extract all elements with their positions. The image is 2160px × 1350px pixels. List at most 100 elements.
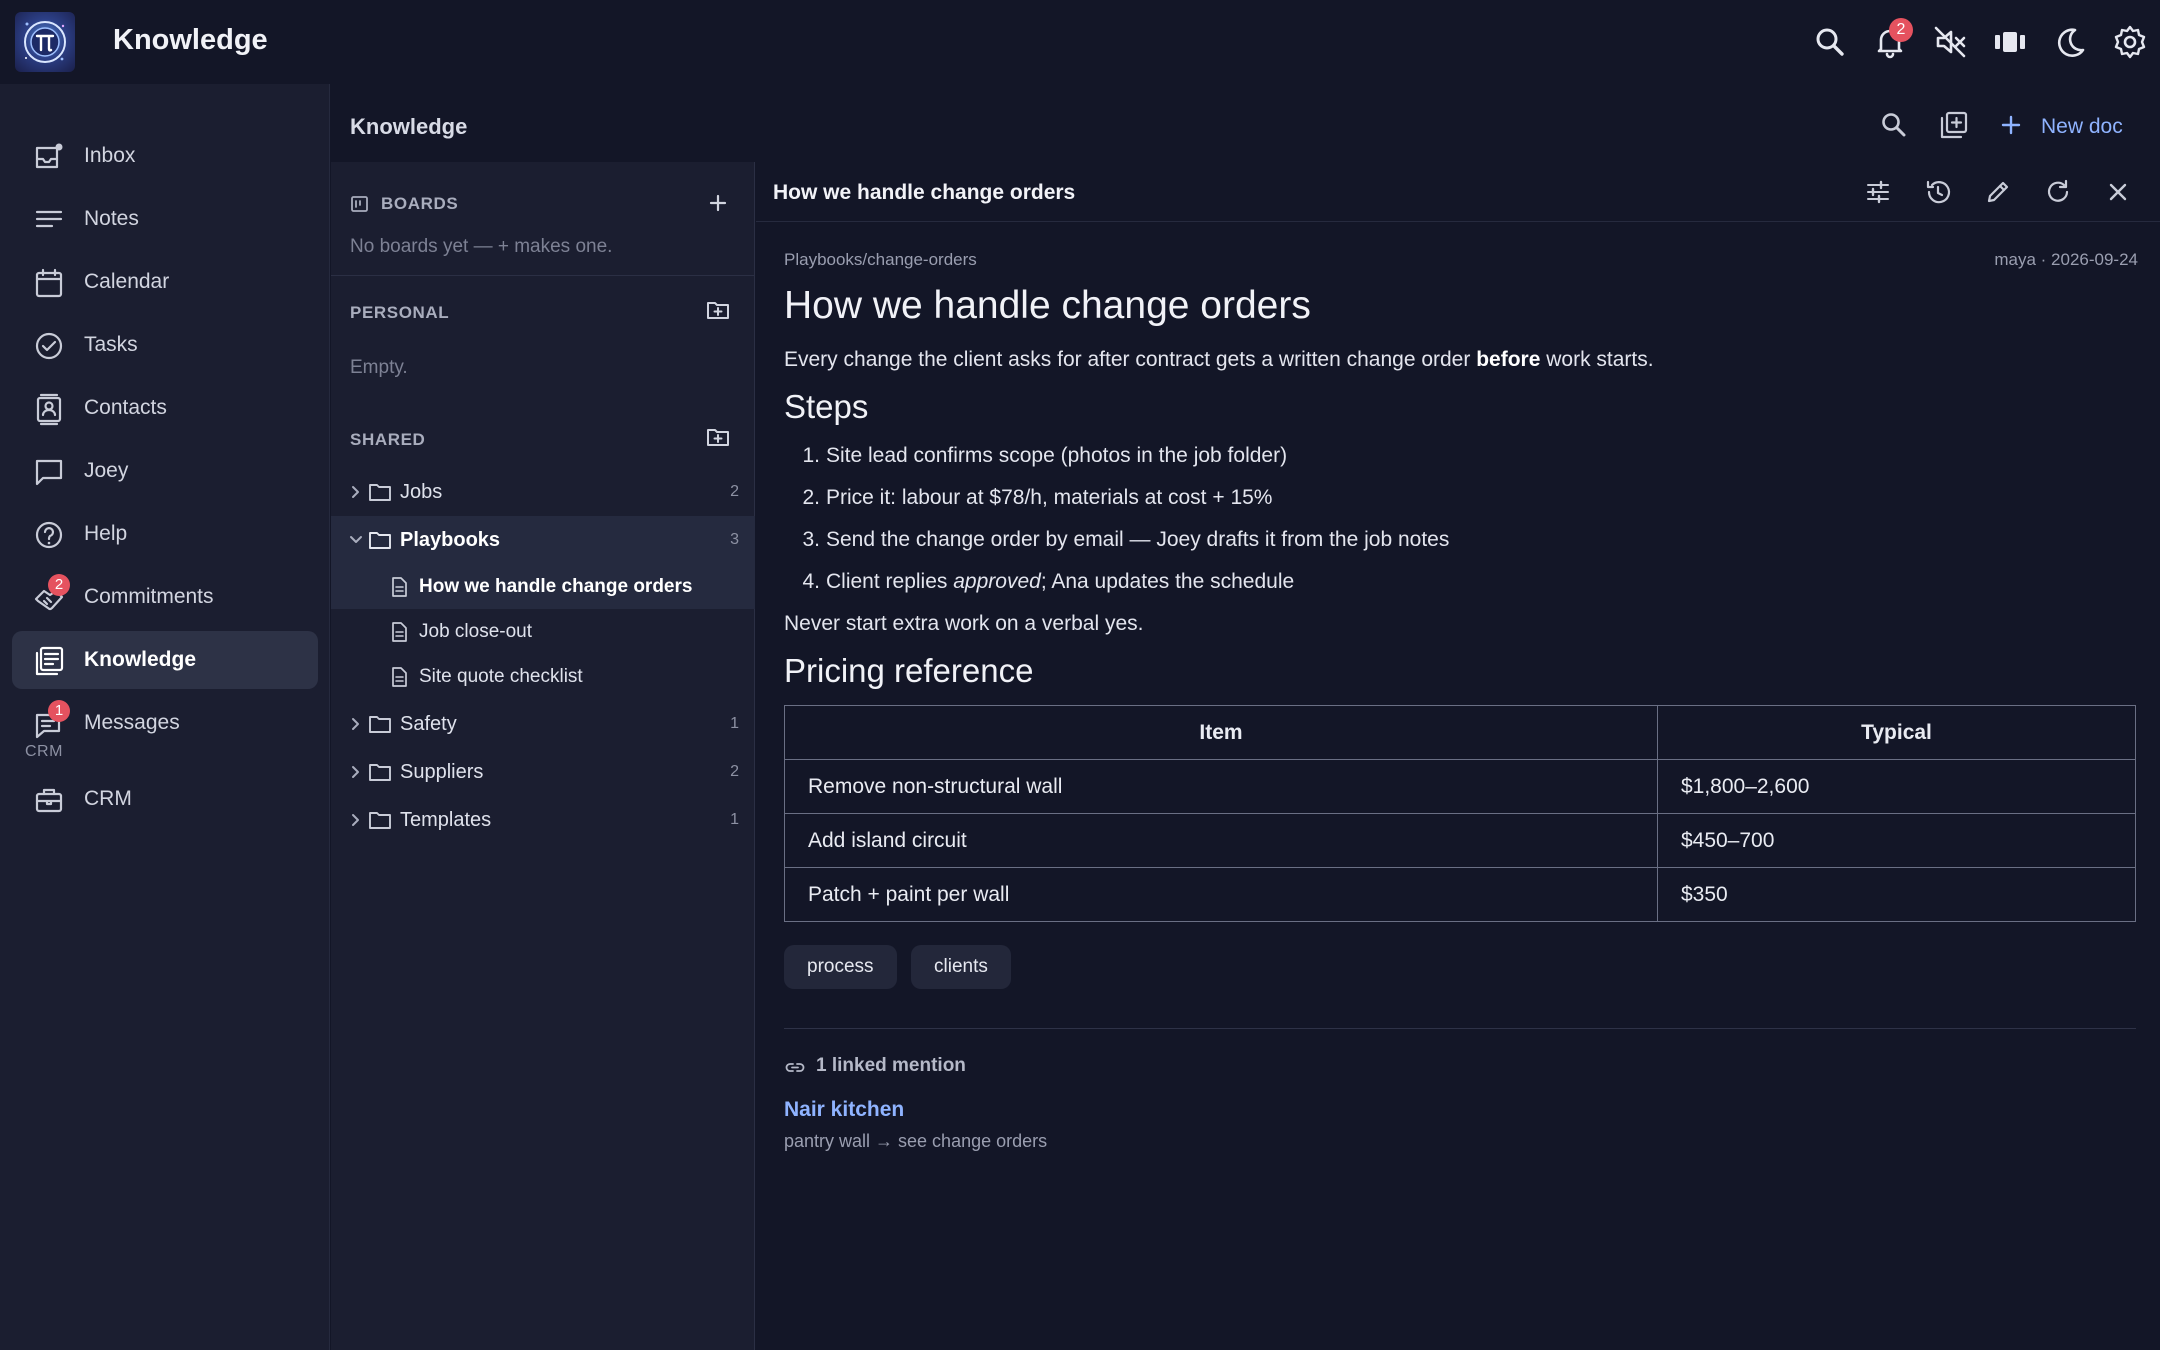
folder-safety[interactable]: Safety 1 (331, 700, 755, 748)
doc-item-job-close-out[interactable]: Job close-out (331, 609, 755, 654)
folder-jobs[interactable]: Jobs 2 (331, 468, 755, 516)
app-title: Knowledge (113, 24, 268, 56)
rule-paragraph: Never start extra work on a verbal yes. (784, 612, 1144, 635)
folder-icon (367, 712, 393, 736)
nav-section-crm-label: CRM (25, 743, 63, 760)
app-logo[interactable] (15, 12, 75, 72)
briefcase-icon (32, 783, 66, 817)
tag-process[interactable]: process (784, 945, 897, 989)
tag-clients[interactable]: clients (911, 945, 1011, 989)
mention-snippet: pantry wall → see change orders (784, 1131, 1048, 1151)
folder-icon (367, 480, 393, 504)
search-icon[interactable] (1810, 22, 1850, 62)
shared-section-title: SHARED (350, 430, 426, 449)
folder-count: 2 (730, 763, 739, 780)
divider (784, 1028, 2136, 1029)
document-icon (389, 621, 409, 643)
add-board-icon[interactable] (703, 188, 733, 218)
divider (331, 275, 755, 276)
nav-item-joey[interactable]: Joey (12, 442, 318, 500)
chevron-right-icon[interactable] (347, 811, 365, 829)
document-icon (389, 576, 409, 598)
nav-item-knowledge[interactable]: Knowledge (12, 631, 318, 689)
board-icon (350, 194, 370, 214)
plus-icon (1996, 110, 2026, 140)
doc-item-site-quote-checklist[interactable]: Site quote checklist (331, 654, 755, 699)
inbox-icon (32, 140, 66, 174)
intro-paragraph: Every change the client asks for after c… (784, 348, 1654, 371)
folder-icon (367, 760, 393, 784)
folder-templates[interactable]: Templates 1 (331, 796, 755, 844)
personal-section-title: PERSONAL (350, 303, 450, 322)
properties-sliders-icon[interactable] (1862, 176, 1894, 208)
table-row: Patch + paint per wall $350 (784, 867, 2137, 922)
table-row: Remove non-structural wall $1,800–2,600 (784, 759, 2137, 814)
chevron-down-icon[interactable] (347, 531, 365, 549)
refresh-icon[interactable] (2042, 176, 2074, 208)
folder-count: 1 (730, 715, 739, 732)
edit-pencil-icon[interactable] (1982, 176, 2014, 208)
doc-item-change-orders[interactable]: How we handle change orders (331, 564, 755, 609)
folder-playbooks[interactable]: Playbooks 3 (331, 516, 755, 564)
table-row: Add island circuit $450–700 (784, 813, 2137, 868)
boards-section-title: BOARDS (381, 194, 459, 213)
pricing-heading: Pricing reference (784, 652, 1034, 689)
new-doc-button[interactable]: New doc (1996, 106, 2156, 146)
left-navigation: Inbox Notes Calendar Tasks Contacts Joey (0, 84, 330, 1350)
document-icon (389, 666, 409, 688)
folder-suppliers[interactable]: Suppliers 2 (331, 748, 755, 796)
nav-item-crm[interactable]: CRM (12, 770, 318, 828)
new-doc-label: New doc (2041, 115, 2123, 138)
linked-mentions-count: 1 linked mention (816, 1055, 966, 1076)
document-title: How we handle change orders (784, 284, 1311, 327)
commitments-badge: 2 (48, 574, 70, 596)
nav-item-tasks[interactable]: Tasks (12, 316, 318, 374)
close-icon[interactable] (2102, 176, 2134, 208)
link-icon (784, 1057, 806, 1077)
chat-icon (32, 455, 66, 489)
nav-item-inbox[interactable]: Inbox (12, 127, 318, 185)
emphasis-before: before (1476, 348, 1541, 371)
chevron-right-icon[interactable] (347, 763, 365, 781)
personal-empty-text: Empty. (350, 357, 408, 378)
document-path: Playbooks/change-orders (784, 250, 977, 269)
contacts-icon (32, 392, 66, 426)
messages-badge: 1 (48, 700, 70, 722)
table-cell: $350 (1656, 867, 2137, 922)
notes-icon (32, 203, 66, 237)
nav-item-contacts[interactable]: Contacts (12, 379, 318, 437)
table-header-row: Item Typical (784, 705, 2137, 760)
knowledge-header: Knowledge New doc (331, 84, 2160, 162)
document-toolbar: How we handle change orders (756, 162, 2160, 222)
nav-item-calendar[interactable]: Calendar (12, 253, 318, 311)
settings-gear-icon[interactable] (2110, 22, 2150, 62)
chevron-right-icon[interactable] (347, 483, 365, 501)
pricing-table: Item Typical Remove non-structural wall … (784, 705, 2137, 922)
chevron-right-icon[interactable] (347, 715, 365, 733)
carousel-view-icon[interactable] (1990, 22, 2030, 62)
add-to-library-icon[interactable] (1937, 108, 1971, 142)
history-icon[interactable] (1922, 176, 1954, 208)
italic-approved: approved (953, 570, 1041, 593)
calendar-icon (32, 266, 66, 300)
search-docs-icon[interactable] (1877, 108, 1911, 142)
table-cell: Add island circuit (784, 813, 1658, 868)
dark-mode-moon-icon[interactable] (2050, 22, 2090, 62)
folder-count: 3 (730, 531, 739, 548)
mention-link-nair-kitchen[interactable]: Nair kitchen (784, 1098, 904, 1122)
folder-open-icon (367, 528, 393, 552)
new-personal-folder-icon[interactable] (703, 295, 733, 325)
table-cell: Patch + paint per wall (784, 867, 1658, 922)
mute-icon[interactable] (1930, 22, 1970, 62)
new-shared-folder-icon[interactable] (703, 422, 733, 452)
nav-item-notes[interactable]: Notes (12, 190, 318, 248)
notification-count-badge: 2 (1889, 18, 1913, 42)
tasks-icon (32, 329, 66, 363)
folder-icon (367, 808, 393, 832)
table-cell: $450–700 (1656, 813, 2137, 868)
nav-item-commitments[interactable]: 2 Commitments (12, 568, 318, 626)
table-cell: Remove non-structural wall (784, 759, 1658, 814)
step-item: 3. Send the change order by email — Joey … (802, 528, 1450, 551)
nav-item-help[interactable]: Help (12, 505, 318, 563)
step-item: 2. Price it: labour at $78/h, materials a… (802, 486, 1273, 509)
